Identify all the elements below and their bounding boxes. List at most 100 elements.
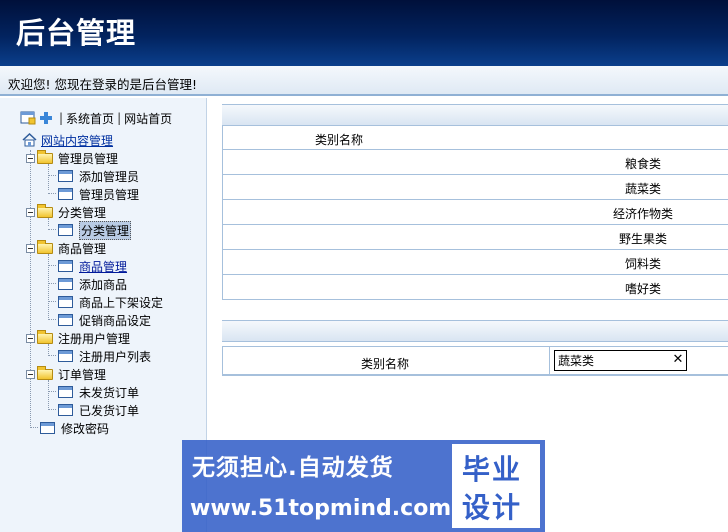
page-icon xyxy=(58,170,73,182)
app-title: 后台管理 xyxy=(16,16,137,50)
tree-group-product[interactable]: 商品管理 xyxy=(26,239,106,257)
tree-item-label[interactable]: 添加商品 xyxy=(79,276,127,293)
collapse-icon[interactable] xyxy=(26,207,35,217)
tree-item-product-manage[interactable]: 商品管理 xyxy=(58,258,127,274)
table-row[interactable]: 饲料类 xyxy=(223,250,728,275)
tree-item-change-password[interactable]: 修改密码 xyxy=(40,420,109,436)
collapse-icon[interactable] xyxy=(26,333,35,343)
collapse-icon[interactable] xyxy=(26,153,35,163)
welcome-bar: 欢迎您! 您现在登录的是后台管理! xyxy=(0,66,728,96)
tree-group-category[interactable]: 分类管理 xyxy=(26,203,106,221)
tree-connector xyxy=(48,265,56,266)
table-header-row: 类别名称 xyxy=(223,126,728,150)
site-home-link[interactable]: 网站首页 xyxy=(124,110,172,127)
system-home-link[interactable]: 系统首页 xyxy=(66,110,114,127)
tree-item-label[interactable]: 分类管理 xyxy=(79,220,132,240)
tree-connector xyxy=(48,254,49,318)
watermark-url: www.51topmind.com xyxy=(190,496,452,521)
clear-icon[interactable]: ✕ xyxy=(671,352,685,368)
home-icon xyxy=(22,133,37,147)
tree-connector xyxy=(48,175,56,176)
category-name: 蔬菜类 xyxy=(625,182,662,196)
tree-connector xyxy=(48,380,49,408)
form-divider xyxy=(549,347,550,374)
plus-icon[interactable] xyxy=(38,111,54,125)
tree-item-label[interactable]: 商品管理 xyxy=(79,258,127,275)
page-icon xyxy=(58,224,73,236)
tree-group-label[interactable]: 商品管理 xyxy=(58,240,106,257)
tree-item-label[interactable]: 添加管理员 xyxy=(79,168,139,185)
page-icon xyxy=(58,278,73,290)
category-name-label: 类别名称 xyxy=(361,357,410,371)
topnav-separator: | xyxy=(59,111,64,125)
folder-icon xyxy=(37,203,53,218)
tree-item-add-admin[interactable]: 添加管理员 xyxy=(58,168,139,184)
category-name: 嗜好类 xyxy=(625,282,662,296)
table-row[interactable]: 经济作物类 xyxy=(223,200,728,225)
watermark-banner: 无须担心.自动发货 www.51topmind.com 毕业 设计 xyxy=(182,440,545,532)
tree-item-shelf-setting[interactable]: 商品上下架设定 xyxy=(58,294,163,310)
tree-connector xyxy=(48,355,56,356)
tree-item-label[interactable]: 商品上下架设定 xyxy=(79,294,163,311)
tree-connector xyxy=(48,391,56,392)
table-row[interactable]: 粮食类 xyxy=(223,150,728,175)
sidebar: | 系统首页 | 网站首页 网站内容管理 管理员管理 添加管理员 管理员管理 分… xyxy=(0,98,207,532)
tree-connector xyxy=(30,427,38,428)
topnav-separator: | xyxy=(117,111,122,125)
tree-group-orders[interactable]: 订单管理 xyxy=(26,365,106,383)
tree-item-category-manage[interactable]: 分类管理 xyxy=(58,220,132,240)
tree-item-user-list[interactable]: 注册用户列表 xyxy=(58,348,151,364)
table-row[interactable]: 蔬菜类 xyxy=(223,175,728,200)
add-page-icon[interactable] xyxy=(20,111,36,125)
tree-connector xyxy=(48,164,49,190)
watermark-logo-text: 毕业 xyxy=(462,453,523,486)
folder-icon xyxy=(37,239,53,254)
category-name: 饲料类 xyxy=(625,257,662,271)
collapse-icon[interactable] xyxy=(26,243,35,253)
tree-connector xyxy=(48,193,56,194)
tree-item-unshipped[interactable]: 未发货订单 xyxy=(58,384,139,400)
tree-item-add-product[interactable]: 添加商品 xyxy=(58,276,127,292)
tree-item-shipped[interactable]: 已发货订单 xyxy=(58,402,139,418)
tree-group-admin[interactable]: 管理员管理 xyxy=(26,149,118,167)
category-name: 经济作物类 xyxy=(613,207,674,221)
page-icon xyxy=(58,260,73,272)
page-icon xyxy=(58,296,73,308)
tree-group-label[interactable]: 订单管理 xyxy=(58,366,106,383)
tree-connector xyxy=(48,283,56,284)
tree-item-label[interactable]: 注册用户列表 xyxy=(79,348,151,365)
tree-group-label[interactable]: 管理员管理 xyxy=(58,150,118,167)
tree-item-label[interactable]: 已发货订单 xyxy=(79,402,139,419)
collapse-icon[interactable] xyxy=(26,369,35,379)
tree-group-label[interactable]: 注册用户管理 xyxy=(58,330,130,347)
tree-connector xyxy=(48,319,56,320)
tree-item-label[interactable]: 修改密码 xyxy=(61,420,109,437)
category-name: 野生果类 xyxy=(619,232,668,246)
watermark-logo-text: 设计 xyxy=(462,491,523,524)
page-icon xyxy=(58,404,73,416)
category-name-input[interactable] xyxy=(554,350,687,371)
tree-item-admin-manage[interactable]: 管理员管理 xyxy=(58,186,139,202)
table-row[interactable]: 嗜好类 xyxy=(223,275,728,300)
column-header: 类别名称 xyxy=(315,133,364,147)
table-row[interactable]: 野生果类 xyxy=(223,225,728,250)
welcome-text: 欢迎您! 您现在登录的是后台管理! xyxy=(8,77,197,92)
folder-icon xyxy=(37,365,53,380)
tree-connector xyxy=(48,409,56,410)
tree-item-label[interactable]: 管理员管理 xyxy=(79,186,139,203)
folder-icon xyxy=(37,329,53,344)
page-icon xyxy=(58,350,73,362)
tree-root[interactable]: 网站内容管理 xyxy=(22,132,113,148)
tree-root-label[interactable]: 网站内容管理 xyxy=(41,132,113,149)
page-icon xyxy=(40,422,55,434)
tree-connector xyxy=(30,150,31,428)
tree-group-users[interactable]: 注册用户管理 xyxy=(26,329,130,347)
tree-item-label[interactable]: 未发货订单 xyxy=(79,384,139,401)
tree-item-promo-setting[interactable]: 促销商品设定 xyxy=(58,312,151,328)
table-title-bar xyxy=(222,104,728,126)
watermark-slogan: 无须担心.自动发货 xyxy=(192,455,394,481)
page-icon xyxy=(58,188,73,200)
tree-item-label[interactable]: 促销商品设定 xyxy=(79,312,151,329)
category-table: 类别名称 粮食类 蔬菜类 经济作物类 野生果类 饲料类 嗜好类 xyxy=(222,126,728,300)
tree-group-label[interactable]: 分类管理 xyxy=(58,204,106,221)
